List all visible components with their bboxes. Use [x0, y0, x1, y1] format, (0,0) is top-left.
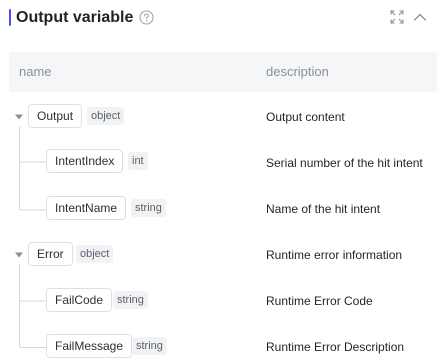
type-tag: int [128, 152, 148, 170]
chevron-up-icon[interactable] [413, 11, 427, 23]
caret-down-icon[interactable] [14, 251, 24, 259]
variable-name-field[interactable]: FailMessage [46, 334, 133, 358]
variable-name-field[interactable]: IntentIndex [46, 149, 124, 173]
panel-header: Output variable [0, 0, 443, 36]
type-tag: string [131, 199, 166, 217]
variable-name-field[interactable]: Error [28, 242, 73, 266]
caret-down-icon[interactable] [14, 113, 24, 121]
variable-name-field[interactable]: Output [28, 104, 83, 128]
row-description: Runtime error information [266, 248, 403, 262]
column-header-description: description [266, 64, 329, 79]
variable-name-field[interactable]: FailCode [46, 288, 113, 312]
row-description: Output content [266, 110, 345, 124]
column-header-name: name [19, 64, 52, 79]
row-description: Name of the hit intent [266, 202, 381, 216]
type-tag: string [132, 337, 167, 355]
type-tag: string [113, 291, 148, 309]
panel-title: Output variable [16, 9, 134, 26]
help-circle-icon[interactable] [139, 10, 154, 25]
row-description: Serial number of the hit intent [266, 156, 423, 170]
type-tag: object [76, 245, 114, 263]
table-header: name description [9, 52, 437, 92]
row-description: Runtime Error Code [266, 294, 373, 308]
type-tag: object [87, 107, 125, 125]
row-description: Runtime Error Description [266, 340, 405, 354]
title-accent-bar [9, 9, 11, 26]
variable-name-field[interactable]: IntentName [46, 196, 127, 220]
expand-icon[interactable] [390, 10, 404, 24]
